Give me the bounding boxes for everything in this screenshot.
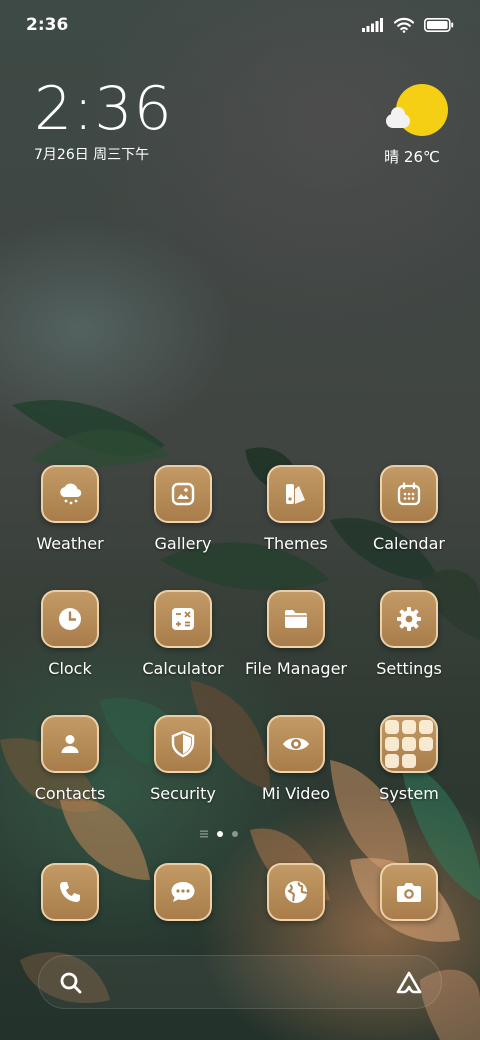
- eye-icon: [267, 715, 325, 773]
- folder-icon: [267, 590, 325, 648]
- app-label: Gallery: [154, 534, 212, 553]
- search-icon[interactable]: [59, 971, 83, 995]
- dock-messages[interactable]: [128, 863, 238, 921]
- app-label: Clock: [48, 659, 92, 678]
- list-indicator-icon: [200, 830, 208, 838]
- signal-icon: [362, 18, 383, 32]
- calculator-icon: [154, 590, 212, 648]
- folder-grid-icon: [380, 715, 438, 773]
- camera-icon: [380, 863, 438, 921]
- clock-widget[interactable]: 2:36 7月26日 周三下午: [34, 78, 173, 164]
- weather-text: 晴 26℃: [384, 148, 440, 166]
- dock-camera[interactable]: [354, 863, 464, 921]
- clock-date: 7月26日 周三下午: [34, 147, 150, 163]
- assistant-icon[interactable]: [395, 970, 423, 996]
- app-label: System: [379, 784, 439, 803]
- cloud-snow-icon: [41, 465, 99, 523]
- clock-time: 2:36: [34, 74, 173, 144]
- app-label: File Manager: [245, 659, 347, 678]
- message-icon: [154, 863, 212, 921]
- app-label: Themes: [264, 534, 328, 553]
- app-label: Settings: [376, 659, 442, 678]
- phone-icon: [41, 863, 99, 921]
- app-calendar[interactable]: Calendar: [354, 465, 464, 553]
- gear-icon: [380, 590, 438, 648]
- app-weather[interactable]: Weather: [15, 465, 125, 553]
- dock-browser[interactable]: [241, 863, 351, 921]
- page-dot-active[interactable]: [217, 831, 223, 837]
- app-folder-system[interactable]: System: [354, 715, 464, 803]
- cloud-icon: [386, 107, 410, 128]
- clock-icon: [41, 590, 99, 648]
- app-clock[interactable]: Clock: [15, 590, 125, 678]
- dock-phone[interactable]: [15, 863, 125, 921]
- app-calculator[interactable]: Calculator: [128, 590, 238, 678]
- app-label: Calendar: [373, 534, 445, 553]
- status-bar: 2:36: [0, 0, 480, 50]
- app-file-manager[interactable]: File Manager: [241, 590, 351, 678]
- status-time: 2:36: [26, 15, 69, 35]
- page-dot[interactable]: [232, 831, 238, 837]
- app-themes[interactable]: Themes: [241, 465, 351, 553]
- page-indicator[interactable]: [200, 830, 238, 838]
- app-label: Calculator: [142, 659, 224, 678]
- app-settings[interactable]: Settings: [354, 590, 464, 678]
- app-gallery[interactable]: Gallery: [128, 465, 238, 553]
- app-label: Weather: [36, 534, 104, 553]
- app-label: Contacts: [34, 784, 106, 803]
- app-security[interactable]: Security: [128, 715, 238, 803]
- shield-icon: [154, 715, 212, 773]
- battery-icon: [424, 18, 454, 32]
- image-icon: [154, 465, 212, 523]
- status-icons: [362, 15, 454, 35]
- calendar-icon: [380, 465, 438, 523]
- app-contacts[interactable]: Contacts: [15, 715, 125, 803]
- app-label: Security: [150, 784, 216, 803]
- globe-icon: [267, 863, 325, 921]
- palette-icon: [267, 465, 325, 523]
- app-mi-video[interactable]: Mi Video: [241, 715, 351, 803]
- app-label: Mi Video: [261, 784, 331, 803]
- person-icon: [41, 715, 99, 773]
- search-bar[interactable]: [38, 955, 442, 1009]
- wifi-icon: [394, 17, 414, 33]
